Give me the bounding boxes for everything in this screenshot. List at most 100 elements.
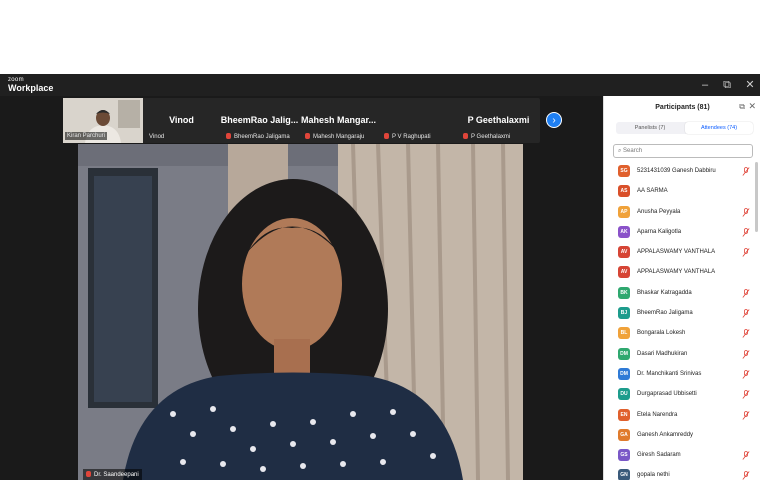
scrollbar[interactable] (755, 162, 758, 232)
participant-name: AA SARMA (637, 188, 668, 195)
participant-name: Aparna Kaligotla (637, 228, 682, 235)
muted-mic-icon[interactable] (742, 207, 750, 217)
popout-icon[interactable]: ⧉ (739, 102, 745, 112)
participants-panel: Participants (81) ⧉ ✕ Panelists (7) Atte… (603, 96, 760, 480)
participant-row[interactable]: GN gopala nethi (604, 466, 760, 480)
brand-name: Workplace (8, 83, 54, 93)
participant-row[interactable]: AS AA SARMA (604, 182, 760, 202)
video-tile-geethalaxmi[interactable]: P Geethalaxmi P Geethalaxmi (457, 98, 540, 143)
muted-mic-icon[interactable] (742, 309, 750, 318)
participant-row[interactable]: BL Bongarala Lokesh (604, 324, 760, 344)
search-input[interactable]: ⌕ Search (613, 144, 753, 158)
video-tile-bheemrao[interactable]: BheemRao Jalig... BheemRao Jaligama (220, 98, 299, 143)
video-tile-vinod[interactable]: Vinod Vinod (143, 98, 220, 143)
speaker-video-frame (78, 144, 523, 480)
participant-name: Giresh Sadaram (637, 452, 681, 459)
close-icon[interactable]: ✕ (743, 78, 757, 92)
participant-name: Durgaprasad Ubbisetti (637, 391, 697, 398)
muted-mic-icon[interactable] (742, 451, 750, 460)
muted-mic-icon[interactable] (742, 349, 750, 359)
participant-row[interactable]: DM Dasari Madhukiran (604, 345, 760, 365)
video-tile-raghupati[interactable]: P V Raghupati (378, 98, 457, 143)
avatar: AS (618, 185, 630, 198)
participant-name: Bongarala Lokesh (637, 330, 686, 337)
participant-row[interactable]: DM Dr. Manchikanti Srinivas (604, 365, 760, 385)
participant-row[interactable]: BJ BheemRao Jaligama (604, 304, 760, 324)
avatar: EN (618, 408, 630, 421)
video-tile-kiran[interactable]: Kiran Parchuri (63, 98, 143, 143)
tile-big-name: Vinod (169, 115, 194, 125)
avatar: BJ (618, 307, 630, 320)
avatar: DM (618, 347, 630, 360)
tile-name-label: P V Raghupati (384, 133, 431, 140)
avatar: DM (618, 367, 630, 380)
tab-panelists[interactable]: Panelists (7) (616, 122, 684, 134)
participant-row[interactable]: BK Bhaskar Katragadda (604, 284, 760, 304)
participants-header: Participants (81) ⧉ ✕ (604, 96, 760, 118)
muted-mic-icon[interactable] (742, 370, 750, 379)
participant-row[interactable]: GA Ganesh Ankamreddy (604, 426, 760, 446)
avatar: AP (618, 205, 630, 218)
tile-name-label: Kiran Parchuri (65, 132, 108, 140)
avatar: BK (618, 286, 630, 299)
participant-row[interactable]: AK Aparna Kaligotla (604, 223, 760, 243)
muted-mic-icon[interactable] (742, 167, 750, 176)
participant-row[interactable]: GS Giresh Sadaram (604, 446, 760, 466)
zoom-logo: zoom Workplace (8, 77, 53, 93)
maximize-icon[interactable]: ⧉ (720, 78, 734, 92)
avatar: AV (618, 246, 630, 259)
avatar: GS (618, 449, 630, 462)
search-placeholder: Search (623, 148, 643, 154)
participant-name: APPALASWAMY VANTHALA (637, 249, 716, 256)
muted-mic-icon[interactable] (742, 390, 750, 400)
participant-row[interactable]: AP Anusha Peyyala (604, 203, 760, 223)
tile-name-label: BheemRao Jaligama (226, 133, 290, 140)
participant-row[interactable]: SG 5231431039 Ganesh Dabbiru (604, 162, 760, 182)
muted-mic-icon[interactable] (742, 329, 750, 339)
muted-mic-icon[interactable] (742, 410, 750, 420)
participant-name: BheemRao Jaligama (637, 310, 693, 317)
participant-row[interactable]: EN Etela Narendra (604, 406, 760, 426)
search-icon: ⌕ (618, 148, 622, 154)
tile-name-label: P Geethalaxmi (463, 133, 510, 140)
zoom-window: zoom Workplace – ⧉ ✕ Kiran Parchuri Vino… (0, 74, 760, 480)
minimize-icon[interactable]: – (698, 78, 712, 92)
participant-row[interactable]: AV APPALASWAMY VANTHALA (604, 243, 760, 263)
avatar: DU (618, 388, 630, 401)
tab-attendees[interactable]: Attendees (74) (685, 122, 753, 134)
participant-name: 5231431039 Ganesh Dabbiru (637, 168, 716, 174)
muted-mic-icon (463, 133, 468, 139)
close-icon[interactable]: ✕ (748, 101, 756, 112)
video-strip: Kiran Parchuri Vinod Vinod BheemRao Jali… (63, 98, 540, 143)
participant-name: Dr. Manchikanti Srinivas (637, 370, 702, 377)
avatar: GN (618, 469, 630, 480)
video-tile-mahesh[interactable]: Mahesh Mangar... Mahesh Mangaraju (299, 98, 378, 143)
tile-name-label: Mahesh Mangaraju (305, 133, 364, 140)
muted-mic-icon[interactable] (742, 471, 750, 480)
participant-name: Anusha Peyyala (637, 208, 681, 215)
participant-name: APPALASWAMY VANTHALA (637, 269, 716, 276)
participant-name: Ganesh Ankamreddy (637, 431, 694, 438)
participant-tabs: Panelists (7) Attendees (74) (616, 122, 753, 134)
participant-name: gopala nethi (637, 472, 670, 479)
muted-mic-icon (226, 133, 231, 139)
tile-big-name: Mahesh Mangar... (300, 115, 377, 125)
tile-big-name: P Geethalaxmi (467, 115, 530, 125)
title-bar: zoom Workplace – ⧉ ✕ (0, 74, 760, 96)
avatar: GA (618, 428, 630, 441)
muted-mic-icon (86, 471, 91, 477)
participant-row[interactable]: AV APPALASWAMY VANTHALA (604, 263, 760, 283)
participant-name: Bhaskar Katragadda (637, 289, 692, 296)
avatar: SG (618, 165, 630, 177)
participant-row[interactable]: DU Durgaprasad Ubbisetti (604, 385, 760, 405)
speaker-name-label: Dr. Saandeepani (83, 469, 142, 480)
avatar: BL (618, 327, 630, 340)
chevron-right-icon[interactable]: › (546, 112, 562, 128)
muted-mic-icon[interactable] (742, 288, 750, 298)
tile-big-name: BheemRao Jalig... (220, 115, 299, 125)
muted-mic-icon[interactable] (742, 227, 750, 237)
muted-mic-icon[interactable] (742, 248, 750, 257)
avatar: AV (618, 266, 630, 279)
muted-mic-icon (305, 133, 310, 139)
participant-name: Etela Narendra (637, 411, 678, 418)
